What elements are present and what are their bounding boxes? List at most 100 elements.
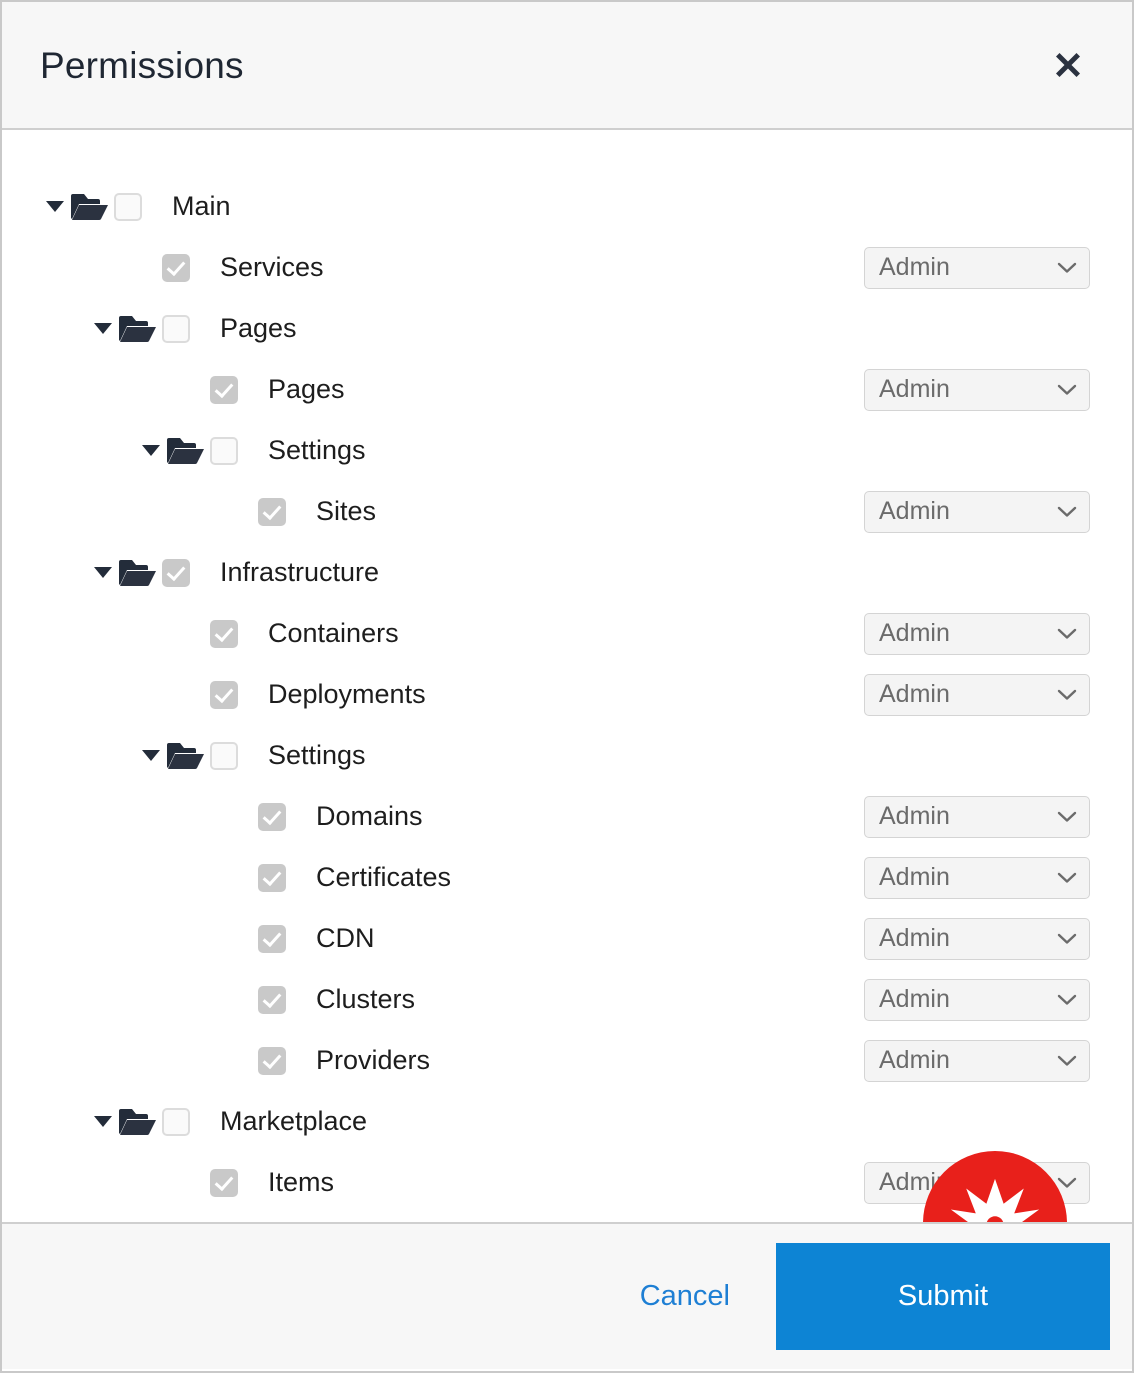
tree-row-content: Marketplace	[2, 1107, 1132, 1137]
close-icon	[1049, 46, 1087, 84]
role-select-value: Admin	[879, 680, 950, 708]
role-select-value: Admin	[879, 802, 950, 830]
tree-node-label: Infrastructure	[220, 557, 380, 587]
tree-row: Pages	[2, 298, 1132, 359]
starburst-icon	[947, 1175, 1043, 1222]
permission-checkbox[interactable]	[210, 375, 238, 404]
tree-node-label: Sites	[316, 496, 377, 526]
permission-checkbox[interactable]	[258, 985, 286, 1014]
tree-node-label: Items	[268, 1167, 335, 1197]
tree-node-label: Providers	[316, 1045, 431, 1075]
tree-node-label: Certificates	[316, 862, 452, 892]
tree-row-content: Pages	[2, 314, 1132, 344]
chevron-down-icon	[1057, 811, 1077, 823]
permission-checkbox[interactable]	[210, 436, 238, 465]
caret-down-icon[interactable]	[40, 192, 70, 222]
permission-checkbox[interactable]	[258, 863, 286, 892]
permissions-tree: Main Services Admin Pages Pages Admin Settings…	[2, 130, 1132, 1224]
role-select[interactable]: Admin	[864, 978, 1090, 1021]
tree-row: Providers Admin	[2, 1030, 1132, 1091]
folder-open-icon	[118, 558, 162, 588]
caret-down-icon[interactable]	[88, 1107, 118, 1137]
caret-down-icon[interactable]	[136, 436, 166, 466]
permission-checkbox[interactable]	[210, 1168, 238, 1197]
role-select[interactable]: Admin	[864, 1039, 1090, 1082]
chevron-down-icon	[1057, 384, 1077, 396]
role-select[interactable]: Admin	[864, 917, 1090, 960]
tree-row: Domains Admin	[2, 786, 1132, 847]
role-select-value: Admin	[879, 863, 950, 891]
role-select-value: Admin	[879, 619, 950, 647]
role-select[interactable]: Admin	[864, 612, 1090, 655]
role-select[interactable]: Admin	[864, 246, 1090, 289]
permission-checkbox[interactable]	[258, 497, 286, 526]
permission-checkbox[interactable]	[210, 741, 238, 770]
tree-row: Services Admin	[2, 237, 1132, 298]
tree-node-label: Pages	[220, 313, 297, 343]
tree-node-label: Deployments	[268, 679, 426, 709]
tree-node-label: CDN	[316, 923, 375, 953]
tree-row: Pages Admin	[2, 359, 1132, 420]
tree-row: Settings	[2, 420, 1132, 481]
permission-checkbox[interactable]	[114, 192, 142, 221]
tree-row: Settings	[2, 725, 1132, 786]
tree-row-content: Infrastructure	[2, 558, 1132, 588]
role-select[interactable]: Admin	[864, 490, 1090, 533]
permission-checkbox[interactable]	[162, 253, 190, 282]
permission-checkbox[interactable]	[210, 680, 238, 709]
chevron-down-icon	[1057, 994, 1077, 1006]
tree-row-content: Settings	[2, 741, 1132, 771]
role-select[interactable]: Admin	[864, 856, 1090, 899]
permission-checkbox[interactable]	[258, 924, 286, 953]
chevron-down-icon	[1057, 933, 1077, 945]
tree-node-label: Domains	[316, 801, 423, 831]
dialog-footer: Cancel Submit	[2, 1224, 1132, 1369]
role-select[interactable]: Admin	[864, 673, 1090, 716]
role-select[interactable]: Admin	[864, 795, 1090, 838]
tree-row: Deployments Admin	[2, 664, 1132, 725]
chevron-down-icon	[1057, 872, 1077, 884]
tree-row: Sites Admin	[2, 481, 1132, 542]
tree-node-label: Clusters	[316, 984, 416, 1014]
submit-button[interactable]: Submit	[776, 1243, 1110, 1350]
permission-checkbox[interactable]	[162, 314, 190, 343]
page-title: Permissions	[40, 44, 244, 86]
role-select-value: Admin	[879, 497, 950, 525]
tree-row-content: Settings	[2, 436, 1132, 466]
tree-row-content: Main	[2, 192, 1132, 222]
tree-node-label: Marketplace	[220, 1106, 368, 1136]
permission-checkbox[interactable]	[258, 1046, 286, 1075]
role-select[interactable]: Admin	[864, 368, 1090, 411]
caret-down-icon[interactable]	[136, 741, 166, 771]
tree-node-label: Settings	[268, 740, 366, 770]
role-select-value: Admin	[879, 924, 950, 952]
folder-open-icon	[118, 314, 162, 344]
chevron-down-icon	[1057, 506, 1077, 518]
role-select-value: Admin	[879, 375, 950, 403]
permission-checkbox[interactable]	[162, 558, 190, 587]
chevron-down-icon	[1057, 1055, 1077, 1067]
role-select-value: Admin	[879, 253, 950, 281]
caret-down-icon[interactable]	[88, 314, 118, 344]
chevron-down-icon	[1057, 1177, 1077, 1189]
tree-node-label: Settings	[268, 435, 366, 465]
caret-down-icon[interactable]	[88, 558, 118, 588]
permission-checkbox[interactable]	[162, 1107, 190, 1136]
role-select-value: Admin	[879, 985, 950, 1013]
folder-open-icon	[166, 741, 210, 771]
permissions-dialog: Permissions Main Services Admin Pages Pages A…	[0, 0, 1134, 1373]
permission-checkbox[interactable]	[258, 802, 286, 831]
tree-row: Marketplace	[2, 1091, 1132, 1152]
permission-checkbox[interactable]	[210, 619, 238, 648]
close-button[interactable]	[1042, 39, 1094, 91]
folder-open-icon	[118, 1107, 162, 1137]
tree-node-label: Containers	[268, 618, 399, 648]
chevron-down-icon	[1057, 262, 1077, 274]
tree-row: Main	[2, 176, 1132, 237]
cancel-button[interactable]: Cancel	[594, 1282, 776, 1311]
tree-row: Infrastructure	[2, 542, 1132, 603]
tree-node-label: Main	[172, 191, 231, 221]
tree-node-label: Pages	[268, 374, 345, 404]
chevron-down-icon	[1057, 689, 1077, 701]
dialog-header: Permissions	[2, 2, 1132, 130]
